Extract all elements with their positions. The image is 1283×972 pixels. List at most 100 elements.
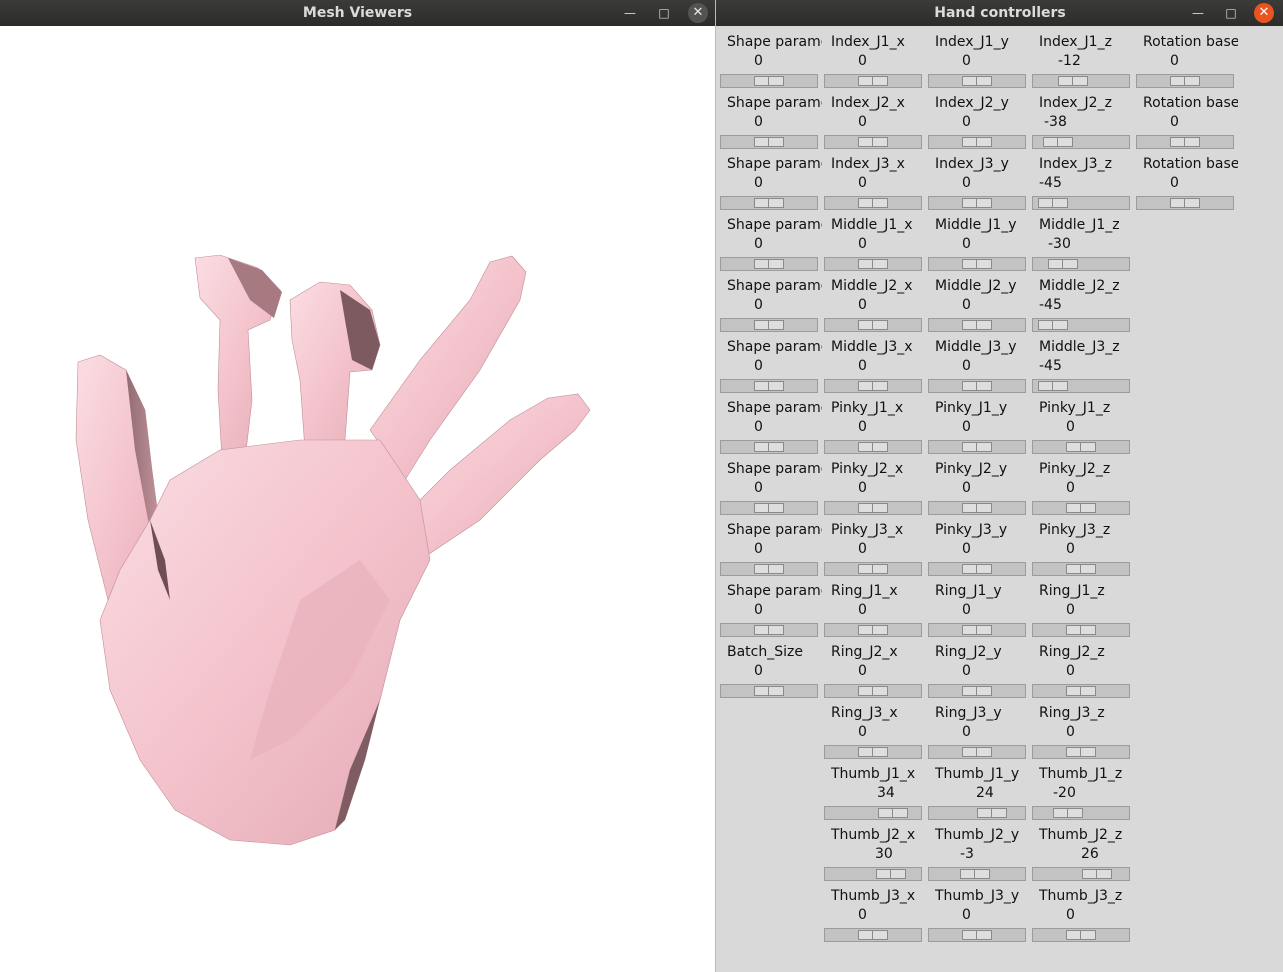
slider-trough[interactable] <box>1032 562 1130 576</box>
slider-thumb[interactable] <box>1170 137 1200 147</box>
slider-thumb[interactable] <box>754 76 784 86</box>
slider-thumb[interactable] <box>754 686 784 696</box>
slider-thumb[interactable] <box>962 930 992 940</box>
slider-thumb[interactable] <box>858 381 888 391</box>
slider-thumb[interactable] <box>754 503 784 513</box>
slider-thumb[interactable] <box>858 686 888 696</box>
slider-thumb[interactable] <box>858 625 888 635</box>
slider-trough[interactable] <box>824 623 922 637</box>
slider-thumb[interactable] <box>962 503 992 513</box>
slider-thumb[interactable] <box>962 381 992 391</box>
slider-thumb[interactable] <box>1066 625 1096 635</box>
slider-thumb[interactable] <box>962 564 992 574</box>
slider-trough[interactable] <box>1032 196 1130 210</box>
close-icon[interactable]: ✕ <box>688 3 708 23</box>
slider-trough[interactable] <box>928 318 1026 332</box>
slider-thumb[interactable] <box>754 625 784 635</box>
hand-controllers-titlebar[interactable]: Hand controllers — □ ✕ <box>716 0 1283 26</box>
slider-thumb[interactable] <box>962 625 992 635</box>
slider-thumb[interactable] <box>754 442 784 452</box>
slider-trough[interactable] <box>720 379 818 393</box>
slider-thumb[interactable] <box>858 564 888 574</box>
close-icon[interactable]: ✕ <box>1254 3 1274 23</box>
slider-trough[interactable] <box>928 867 1026 881</box>
slider-thumb[interactable] <box>962 259 992 269</box>
slider-thumb[interactable] <box>1170 76 1200 86</box>
slider-trough[interactable] <box>928 562 1026 576</box>
slider-trough[interactable] <box>720 257 818 271</box>
slider-trough[interactable] <box>824 928 922 942</box>
slider-thumb[interactable] <box>962 686 992 696</box>
maximize-icon[interactable]: □ <box>1221 3 1241 23</box>
slider-trough[interactable] <box>824 318 922 332</box>
slider-trough[interactable] <box>1032 684 1130 698</box>
slider-thumb[interactable] <box>858 198 888 208</box>
slider-trough[interactable] <box>720 196 818 210</box>
slider-trough[interactable] <box>928 684 1026 698</box>
slider-trough[interactable] <box>928 501 1026 515</box>
slider-thumb[interactable] <box>1170 198 1200 208</box>
slider-trough[interactable] <box>1032 745 1130 759</box>
slider-thumb[interactable] <box>1038 320 1068 330</box>
slider-thumb[interactable] <box>878 808 908 818</box>
slider-trough[interactable] <box>720 684 818 698</box>
slider-trough[interactable] <box>1032 501 1130 515</box>
slider-thumb[interactable] <box>1066 747 1096 757</box>
mesh-canvas[interactable] <box>0 30 715 972</box>
slider-trough[interactable] <box>928 623 1026 637</box>
slider-thumb[interactable] <box>754 381 784 391</box>
slider-trough[interactable] <box>824 257 922 271</box>
slider-trough[interactable] <box>824 806 922 820</box>
slider-thumb[interactable] <box>858 320 888 330</box>
slider-thumb[interactable] <box>1066 503 1096 513</box>
slider-trough[interactable] <box>824 379 922 393</box>
slider-trough[interactable] <box>824 684 922 698</box>
slider-thumb[interactable] <box>962 320 992 330</box>
slider-trough[interactable] <box>720 623 818 637</box>
slider-trough[interactable] <box>1032 928 1130 942</box>
slider-thumb[interactable] <box>1066 564 1096 574</box>
slider-trough[interactable] <box>928 806 1026 820</box>
slider-thumb[interactable] <box>962 747 992 757</box>
slider-trough[interactable] <box>720 318 818 332</box>
slider-thumb[interactable] <box>1038 198 1068 208</box>
slider-thumb[interactable] <box>754 259 784 269</box>
slider-thumb[interactable] <box>1066 930 1096 940</box>
slider-thumb[interactable] <box>754 137 784 147</box>
slider-trough[interactable] <box>1032 806 1130 820</box>
slider-trough[interactable] <box>928 440 1026 454</box>
slider-thumb[interactable] <box>858 930 888 940</box>
slider-trough[interactable] <box>824 745 922 759</box>
slider-thumb[interactable] <box>1082 869 1112 879</box>
slider-thumb[interactable] <box>858 259 888 269</box>
slider-trough[interactable] <box>1032 623 1130 637</box>
slider-trough[interactable] <box>1032 440 1130 454</box>
slider-trough[interactable] <box>824 74 922 88</box>
slider-thumb[interactable] <box>1048 259 1078 269</box>
slider-trough[interactable] <box>1136 196 1234 210</box>
slider-thumb[interactable] <box>1038 381 1068 391</box>
slider-thumb[interactable] <box>754 198 784 208</box>
slider-trough[interactable] <box>1032 867 1130 881</box>
slider-thumb[interactable] <box>858 503 888 513</box>
slider-trough[interactable] <box>1032 318 1130 332</box>
slider-thumb[interactable] <box>962 442 992 452</box>
slider-thumb[interactable] <box>962 137 992 147</box>
slider-trough[interactable] <box>824 562 922 576</box>
slider-trough[interactable] <box>1032 135 1130 149</box>
slider-trough[interactable] <box>1032 257 1130 271</box>
slider-thumb[interactable] <box>858 137 888 147</box>
slider-thumb[interactable] <box>962 198 992 208</box>
slider-trough[interactable] <box>928 379 1026 393</box>
slider-trough[interactable] <box>928 196 1026 210</box>
minimize-icon[interactable]: — <box>1188 3 1208 23</box>
slider-thumb[interactable] <box>858 76 888 86</box>
slider-thumb[interactable] <box>1066 686 1096 696</box>
slider-trough[interactable] <box>720 135 818 149</box>
slider-trough[interactable] <box>824 135 922 149</box>
slider-trough[interactable] <box>720 562 818 576</box>
slider-thumb[interactable] <box>962 76 992 86</box>
maximize-icon[interactable]: □ <box>654 3 674 23</box>
slider-trough[interactable] <box>720 501 818 515</box>
slider-trough[interactable] <box>824 501 922 515</box>
